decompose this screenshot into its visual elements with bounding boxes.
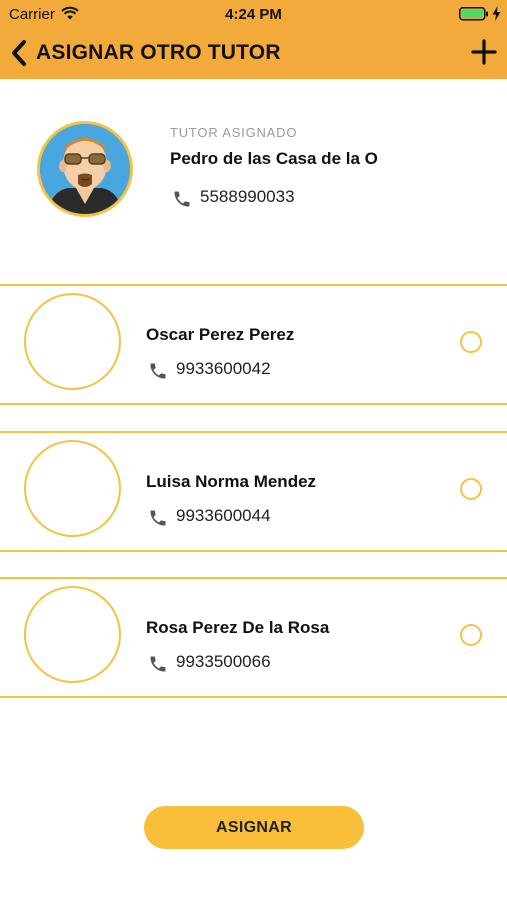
tutor-phone: 9933600042: [176, 359, 271, 378]
tutor-name: Oscar Perez Perez: [146, 325, 295, 344]
assigned-tutor-name: Pedro de las Casa de la O: [170, 149, 378, 168]
app-header: Carrier 4:24 PM ASIGNAR OTRO TUTOR: [0, 0, 507, 79]
phone-icon: [150, 363, 166, 379]
tutor-name: Luisa Norma Mendez: [146, 472, 317, 491]
assigned-tutor-section: TUTOR ASIGNADO Pedro de las Casa de la O…: [0, 79, 507, 279]
tutor-name: Rosa Perez De la Rosa: [146, 618, 330, 637]
phone-icon: [174, 191, 190, 207]
page-title: ASIGNAR OTRO TUTOR: [36, 41, 281, 64]
assigned-tutor-label: TUTOR ASIGNADO: [170, 125, 298, 140]
back-button[interactable]: ASIGNAR OTRO TUTOR: [8, 37, 281, 69]
tutor-select-radio[interactable]: [460, 478, 482, 500]
charging-bolt-icon: [492, 6, 501, 21]
tutor-avatar-placeholder: [24, 586, 121, 683]
navigation-bar: ASIGNAR OTRO TUTOR: [0, 28, 507, 79]
plus-icon[interactable]: [470, 38, 498, 66]
assigned-tutor-avatar: [37, 121, 133, 217]
status-time: 4:24 PM: [225, 6, 282, 23]
tutor-phone: 9933600044: [176, 506, 271, 525]
tutor-list-item[interactable]: Luisa Norma Mendez 9933600044: [0, 431, 507, 552]
tutor-list-item[interactable]: Rosa Perez De la Rosa 9933500066: [0, 577, 507, 698]
battery-charging-icon: [459, 7, 488, 21]
assigned-tutor-phone: 5588990033: [200, 187, 295, 206]
tutor-list-item[interactable]: Oscar Perez Perez 9933600042: [0, 284, 507, 405]
phone-icon: [150, 510, 166, 526]
chevron-left-icon: [12, 40, 26, 66]
status-bar: Carrier 4:24 PM: [0, 0, 507, 28]
man-avatar-icon: [40, 124, 130, 214]
tutor-phone: 9933500066: [176, 652, 271, 671]
tutor-avatar-placeholder: [24, 293, 121, 390]
tutor-select-radio[interactable]: [460, 624, 482, 646]
phone-icon: [150, 656, 166, 672]
tutor-avatar-placeholder: [24, 440, 121, 537]
assign-button[interactable]: ASIGNAR: [144, 806, 364, 849]
tutor-select-radio[interactable]: [460, 331, 482, 353]
